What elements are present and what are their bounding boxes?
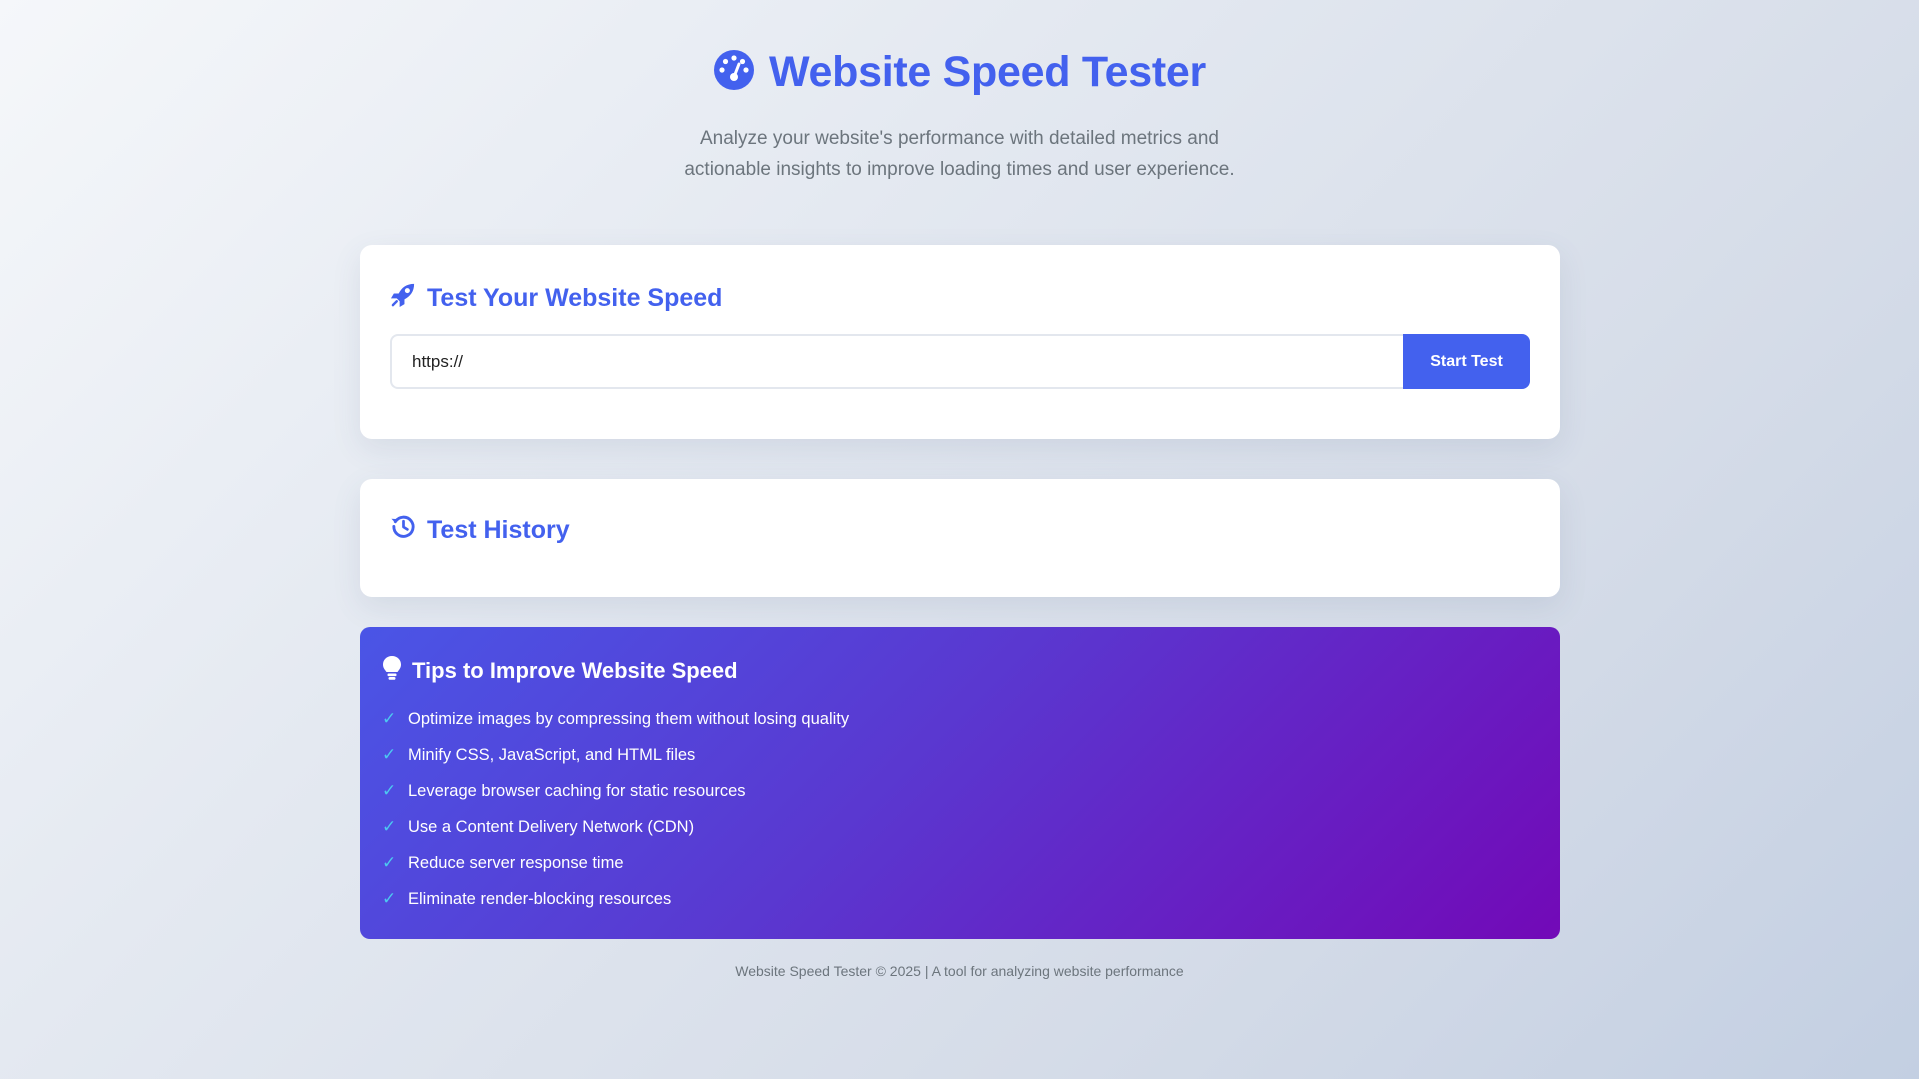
tips-panel: Tips to Improve Website Speed ✓ Optimize …: [360, 627, 1560, 939]
url-input[interactable]: [390, 334, 1403, 389]
check-icon: ✓: [382, 745, 397, 764]
start-test-button[interactable]: Start Test: [1403, 334, 1530, 389]
tip-text: Optimize images by compressing them with…: [408, 709, 850, 728]
gauge-icon: [713, 49, 755, 96]
check-icon: ✓: [382, 709, 397, 728]
history-icon: [390, 513, 417, 547]
check-icon: ✓: [382, 817, 397, 836]
check-icon: ✓: [382, 781, 397, 800]
list-item: ✓ Minify CSS, JavaScript, and HTML files: [382, 737, 849, 773]
test-history-title: Test History: [427, 515, 570, 544]
list-item: ✓ Use a Content Delivery Network (CDN): [382, 809, 849, 845]
list-item: ✓ Reduce server response time: [382, 845, 849, 881]
page-footer: Website Speed Tester © 2025 | A tool for…: [735, 963, 1184, 979]
tips-list: ✓ Optimize images by compressing them wit…: [382, 701, 849, 917]
test-history-heading: Test History: [390, 513, 570, 547]
tip-text: Leverage browser caching for static reso…: [408, 781, 746, 800]
tips-title: Tips to Improve Website Speed: [412, 658, 738, 683]
test-speed-title: Test Your Website Speed: [427, 283, 723, 312]
rocket-icon: [390, 281, 417, 315]
list-item: ✓ Optimize images by compressing them wit…: [382, 701, 849, 737]
tip-text: Eliminate render-blocking resources: [408, 889, 672, 908]
title-row: Website Speed Tester: [0, 48, 1919, 97]
check-icon: ✓: [382, 889, 397, 908]
tips-heading: Tips to Improve Website Speed: [382, 655, 738, 687]
tip-text: Reduce server response time: [408, 853, 624, 872]
url-form: Start Test: [390, 334, 1530, 389]
test-history-card: Test History: [360, 479, 1560, 597]
page-header: Website Speed Tester Analyze your websit…: [0, 48, 1919, 185]
page-subtitle: Analyze your website's performance with …: [684, 128, 1235, 180]
check-icon: ✓: [382, 853, 397, 872]
test-speed-card: Test Your Website Speed Start Test: [360, 245, 1560, 439]
tip-text: Use a Content Delivery Network (CDN): [408, 817, 695, 836]
page-title: Website Speed Tester: [769, 48, 1206, 96]
list-item: ✓ Leverage browser caching for static res…: [382, 773, 849, 809]
list-item: ✓ Eliminate render-blocking resources: [382, 881, 849, 917]
test-speed-heading: Test Your Website Speed: [390, 281, 722, 315]
lightbulb-icon: [382, 655, 402, 687]
tip-text: Minify CSS, JavaScript, and HTML files: [408, 745, 696, 764]
